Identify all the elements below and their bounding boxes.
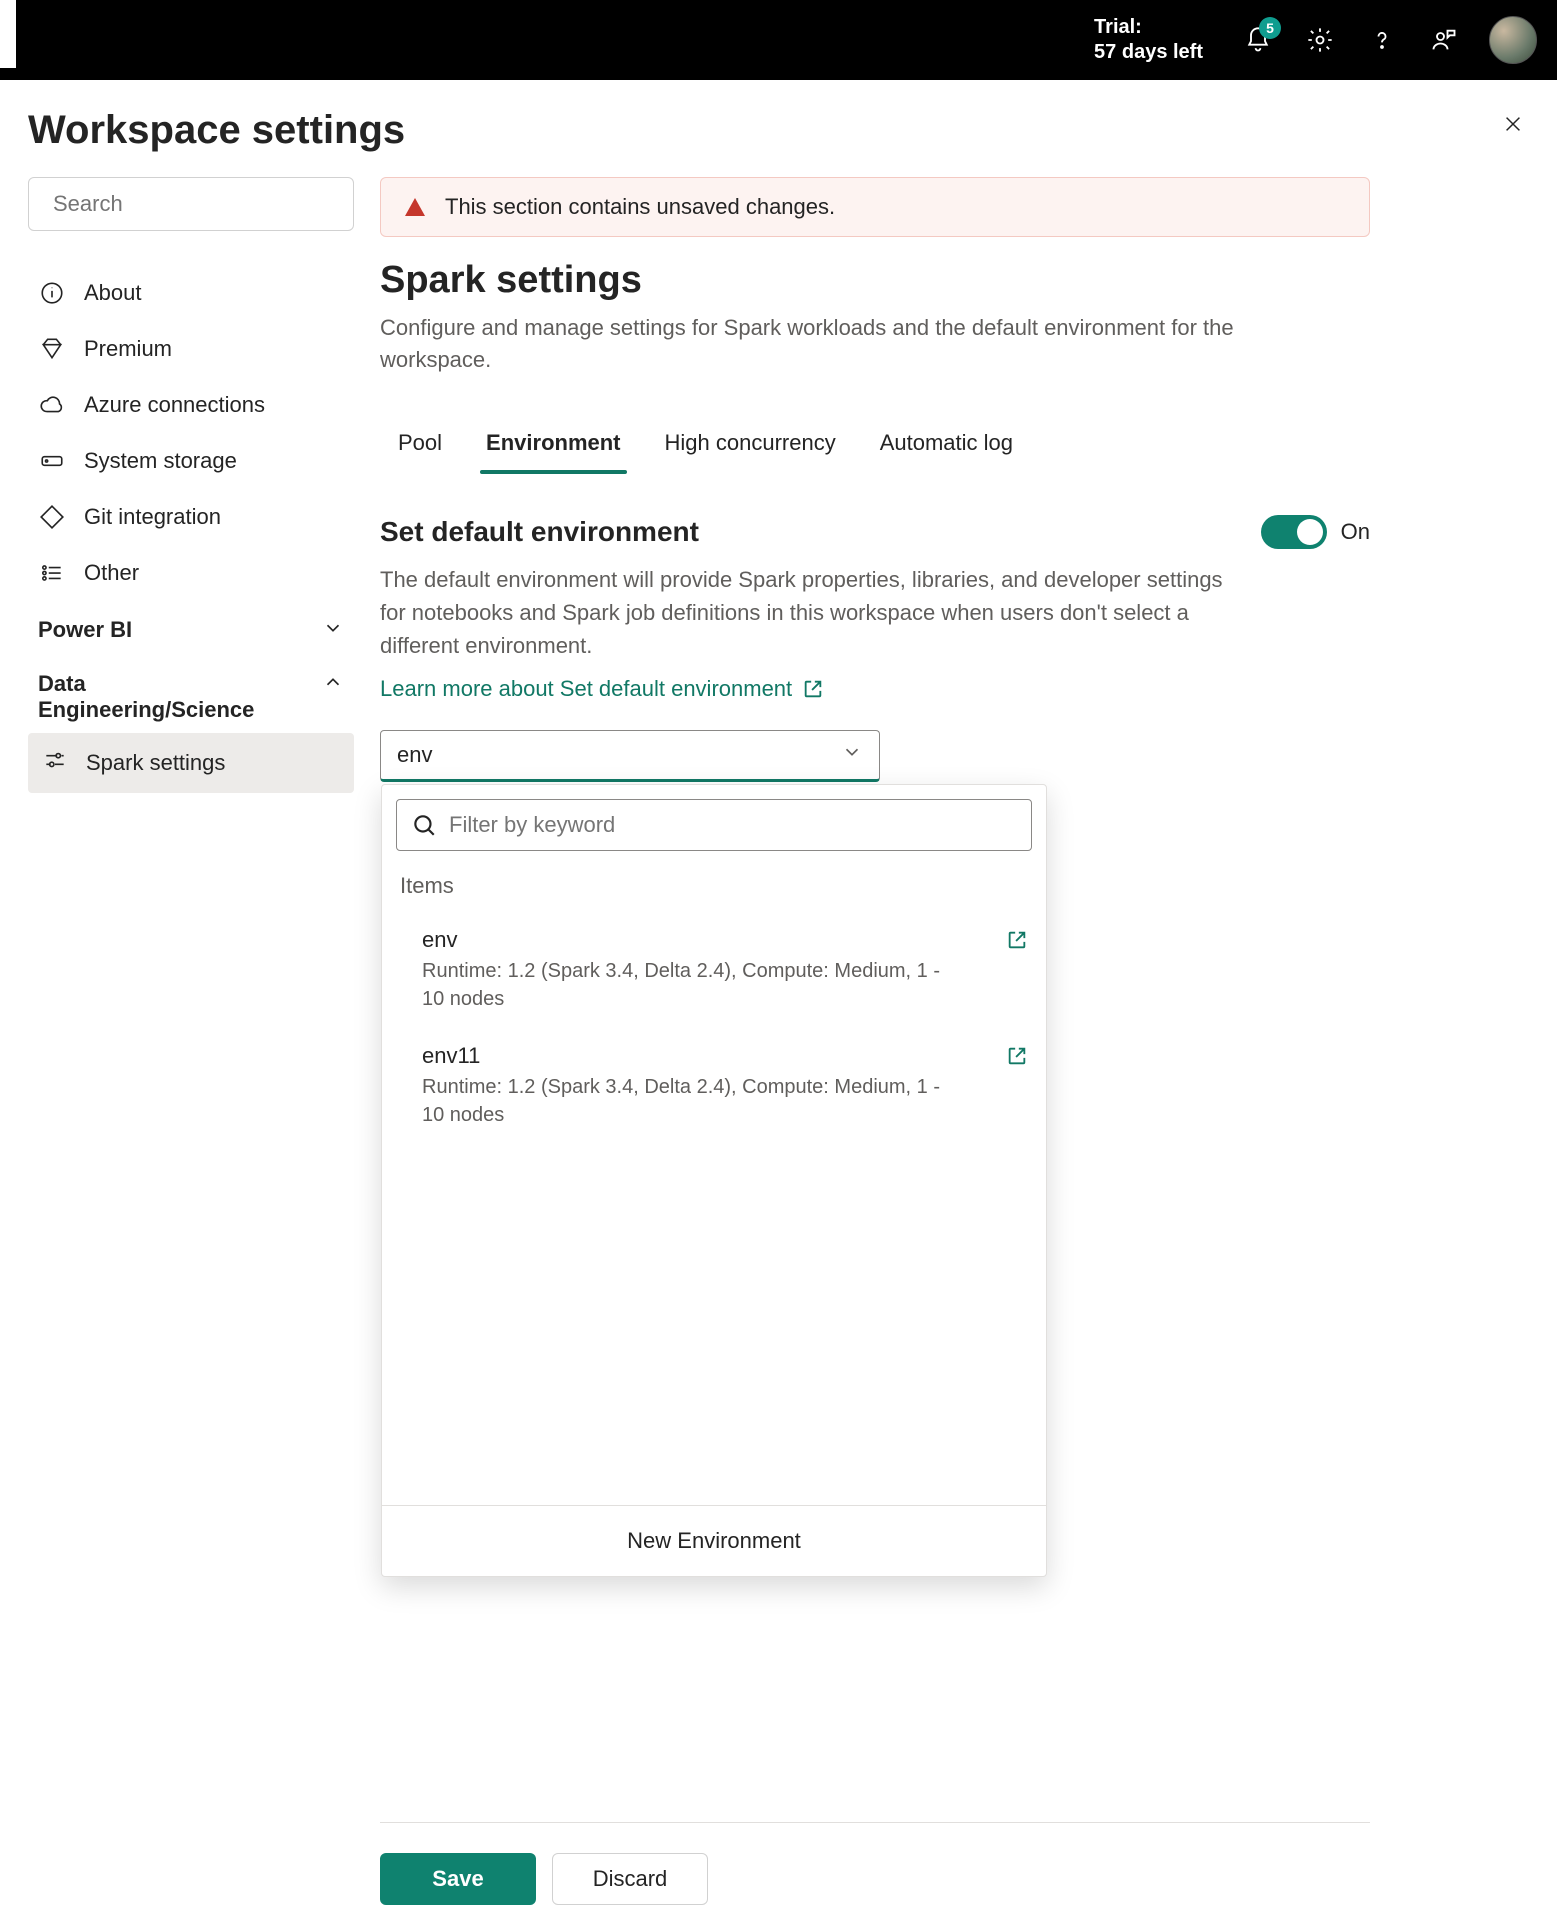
cloud-icon	[39, 392, 65, 418]
dropdown-item-meta: Runtime: 1.2 (Spark 3.4, Delta 2.4), Com…	[422, 1073, 962, 1129]
sidebar-item-git[interactable]: Git integration	[28, 489, 354, 545]
section-title: Set default environment	[380, 516, 699, 548]
dropdown-item[interactable]: env Runtime: 1.2 (Spark 3.4, Delta 2.4),…	[382, 913, 1046, 1029]
section-description: The default environment will provide Spa…	[380, 563, 1250, 662]
gear-icon	[1306, 26, 1334, 54]
page-description: Configure and manage settings for Spark …	[380, 312, 1280, 376]
sidebar-item-label: Other	[84, 560, 139, 586]
notifications-button[interactable]: 5	[1241, 23, 1275, 57]
sidebar-section-label: Data Engineering/Science	[38, 671, 298, 723]
chevron-down-icon	[841, 741, 863, 763]
default-env-toggle[interactable]	[1261, 515, 1327, 549]
open-item-button[interactable]	[1006, 1045, 1028, 1073]
dropdown-item-name: env11	[422, 1043, 962, 1069]
dropdown-filter-input[interactable]	[449, 812, 1017, 838]
tab-pool[interactable]: Pool	[398, 416, 442, 474]
unsaved-changes-alert: This section contains unsaved changes.	[380, 177, 1370, 237]
storage-icon	[39, 448, 65, 474]
environment-dropdown: Items env Runtime: 1.2 (Spark 3.4, Delta…	[381, 784, 1047, 1577]
sidebar-item-azure[interactable]: Azure connections	[28, 377, 354, 433]
sidebar-item-other[interactable]: Other	[28, 545, 354, 601]
close-icon	[1502, 113, 1524, 135]
toggle-state-label: On	[1341, 519, 1370, 545]
chevron-down-icon	[322, 617, 344, 639]
sidebar-item-storage[interactable]: System storage	[28, 433, 354, 489]
diamond-icon	[39, 336, 65, 362]
sidebar-section-powerbi[interactable]: Power BI	[28, 601, 354, 655]
dropdown-empty-space	[382, 1145, 1046, 1505]
chevron-up-icon	[322, 671, 344, 693]
sidebar-section-label: Power BI	[38, 617, 132, 643]
learn-more-text: Learn more about Set default environment	[380, 676, 792, 702]
list-icon	[39, 560, 65, 586]
sidebar-item-label: Premium	[84, 336, 172, 362]
page-heading: Spark settings	[380, 259, 1370, 302]
dropdown-items-heading: Items	[382, 865, 1046, 913]
external-link-icon	[802, 678, 824, 700]
sidebar-item-about[interactable]: About	[28, 265, 354, 321]
discard-button[interactable]: Discard	[552, 1853, 708, 1905]
dropdown-item-name: env	[422, 927, 962, 953]
question-icon	[1368, 26, 1396, 54]
close-button[interactable]	[1497, 108, 1529, 140]
tab-automatic-log[interactable]: Automatic log	[880, 416, 1013, 474]
main-content: This section contains unsaved changes. S…	[380, 177, 1370, 1905]
save-button[interactable]: Save	[380, 1853, 536, 1905]
sidebar: About Premium Azure connections System s…	[28, 177, 354, 1905]
trial-days: 57 days left	[1094, 40, 1203, 65]
warning-icon	[403, 195, 427, 219]
tab-environment[interactable]: Environment	[486, 416, 620, 474]
sidebar-item-label: About	[84, 280, 142, 306]
sliders-icon	[42, 747, 68, 773]
git-icon	[39, 504, 65, 530]
sidebar-item-premium[interactable]: Premium	[28, 321, 354, 377]
user-avatar[interactable]	[1489, 16, 1537, 64]
dropdown-item-meta: Runtime: 1.2 (Spark 3.4, Delta 2.4), Com…	[422, 957, 962, 1013]
environment-combobox[interactable]: env Items env Runtime: 1.2 (Spark 3.4, D…	[380, 730, 880, 782]
learn-more-link[interactable]: Learn more about Set default environment	[380, 676, 824, 702]
dropdown-filter[interactable]	[396, 799, 1032, 851]
top-bar: Trial: 57 days left 5	[0, 0, 1557, 80]
tab-high-concurrency[interactable]: High concurrency	[665, 416, 836, 474]
trial-label: Trial:	[1094, 15, 1203, 40]
notification-badge: 5	[1259, 17, 1281, 39]
new-environment-button[interactable]: New Environment	[382, 1505, 1046, 1576]
search-icon	[411, 812, 437, 838]
external-link-icon	[1006, 929, 1028, 951]
tabs: Pool Environment High concurrency Automa…	[380, 416, 1370, 475]
combobox-value: env	[397, 742, 432, 768]
panel-title: Workspace settings	[28, 108, 405, 153]
alert-text: This section contains unsaved changes.	[445, 194, 835, 220]
sidebar-subitem-label: Spark settings	[86, 750, 225, 776]
sidebar-item-label: System storage	[84, 448, 237, 474]
feedback-button[interactable]	[1427, 23, 1461, 57]
person-feedback-icon	[1430, 26, 1458, 54]
sidebar-subitem-spark[interactable]: Spark settings	[28, 733, 354, 793]
sidebar-section-data[interactable]: Data Engineering/Science	[28, 655, 354, 733]
sidebar-item-label: Azure connections	[84, 392, 265, 418]
footer-actions: Save Discard	[380, 1822, 1370, 1905]
external-link-icon	[1006, 1045, 1028, 1067]
open-item-button[interactable]	[1006, 929, 1028, 957]
sidebar-search[interactable]	[28, 177, 354, 231]
sidebar-search-input[interactable]	[53, 191, 341, 217]
settings-button[interactable]	[1303, 23, 1337, 57]
info-icon	[39, 280, 65, 306]
help-button[interactable]	[1365, 23, 1399, 57]
left-stub	[0, 0, 16, 68]
trial-info: Trial: 57 days left	[1094, 15, 1203, 65]
dropdown-item[interactable]: env11 Runtime: 1.2 (Spark 3.4, Delta 2.4…	[382, 1029, 1046, 1145]
workspace-settings-panel: Workspace settings About Premium	[0, 80, 1557, 1905]
sidebar-item-label: Git integration	[84, 504, 221, 530]
